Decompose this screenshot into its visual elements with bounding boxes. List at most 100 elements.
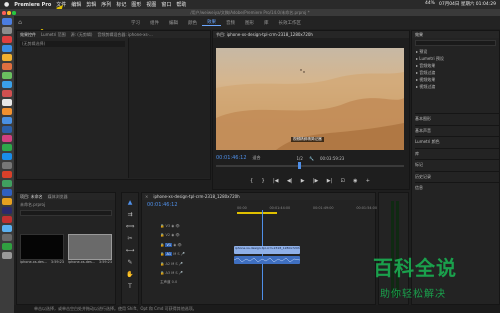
messages-icon[interactable]	[2, 71, 12, 80]
selection-tool-icon[interactable]: ▲	[128, 199, 133, 206]
mark-out-icon[interactable]: }	[262, 178, 265, 186]
tab-effect-controls[interactable]: 效果控件	[20, 32, 36, 38]
step-forward-icon[interactable]: |▶	[313, 178, 319, 186]
app-icon[interactable]	[2, 170, 12, 179]
lift-icon[interactable]: ⊡	[341, 178, 345, 186]
home-icon[interactable]: ⌂	[14, 19, 26, 26]
photos-icon[interactable]	[2, 107, 12, 116]
play-icon[interactable]: ▶	[301, 178, 305, 186]
project-clip-item[interactable]: iphone-xs-des... 3:59:23	[68, 234, 112, 264]
panel-info[interactable]: 信息	[415, 182, 499, 194]
resolution-dropdown[interactable]: 1/2	[297, 156, 303, 161]
menu-edit[interactable]: 编辑	[71, 1, 81, 8]
app-icon[interactable]	[2, 179, 12, 188]
menu-window[interactable]: 窗口	[161, 1, 171, 8]
pen-tool-icon[interactable]: ✎	[127, 259, 132, 266]
type-tool-icon[interactable]: T	[128, 283, 132, 290]
tab-media-browser[interactable]: 媒体浏览器	[48, 194, 68, 200]
panel-history[interactable]: 历史记录	[415, 170, 499, 183]
app-icon[interactable]	[2, 224, 12, 233]
track-a2[interactable]: 🔒 A2 M S 🎤	[160, 260, 185, 269]
slip-tool-icon[interactable]: ⟷	[126, 247, 135, 254]
app-icon[interactable]	[2, 116, 12, 125]
fit-dropdown[interactable]: 适合	[253, 155, 261, 161]
program-monitor-title[interactable]: 节目: iphone-xs-design-tpl-crm-2318_1280x7…	[216, 32, 313, 38]
effects-item-presets[interactable]: ▸ 预设	[416, 48, 499, 55]
effects-item-audio-effects[interactable]: ▸ 音频效果	[416, 62, 499, 69]
panel-essential-graphics[interactable]: 基本图形	[415, 113, 499, 125]
add-button-icon[interactable]: +	[366, 178, 370, 186]
workspace-tab-audio[interactable]: 音频	[221, 20, 240, 26]
tab-audio-clip-mixer[interactable]: 音频剪辑混合器: iphone-xs-...	[97, 32, 152, 38]
effects-panel-title[interactable]: 效果	[415, 32, 423, 38]
app-icon[interactable]	[2, 188, 12, 197]
track-a1[interactable]: 🔒 A1 M S 🎤	[160, 250, 185, 259]
mark-in-icon[interactable]: {	[250, 178, 253, 186]
close-sequence-icon[interactable]: ×	[145, 194, 148, 199]
launchpad-icon[interactable]	[2, 26, 12, 35]
audio-clip[interactable]	[233, 256, 301, 264]
calendar-icon[interactable]	[2, 89, 12, 98]
menu-help[interactable]: 帮助	[176, 1, 186, 8]
settings-icon[interactable]	[2, 161, 12, 170]
zoom-window-button[interactable]	[12, 11, 16, 15]
timeline-timecode[interactable]: 00:01:46:12	[147, 202, 178, 208]
work-area-bar[interactable]	[237, 212, 277, 214]
workspace-tab-effects[interactable]: 效果	[202, 19, 221, 26]
premiere-icon[interactable]	[2, 206, 12, 215]
video-clip[interactable]: iphone-xs-design-tpl-crm-2318_1280x720h.…	[234, 246, 300, 254]
app-icon[interactable]	[2, 215, 12, 224]
menu-markers[interactable]: 标记	[116, 1, 126, 8]
razor-tool-icon[interactable]: ✂	[127, 235, 132, 242]
appstore-icon[interactable]	[2, 152, 12, 161]
project-clip-item[interactable]: iphone-xs-des... 3:59:23	[20, 234, 64, 264]
menu-sequence[interactable]: 序列	[101, 1, 111, 8]
go-to-out-icon[interactable]: ▶|	[327, 178, 333, 186]
timeline-playhead[interactable]	[262, 210, 263, 300]
effects-item-audio-transitions[interactable]: ▸ 音频过渡	[416, 69, 499, 76]
panel-lumetri-color[interactable]: Lumetri 颜色	[415, 136, 499, 148]
app-icon[interactable]	[2, 62, 12, 71]
app-menu[interactable]: Premiere Pro	[14, 2, 51, 8]
workspace-tab-libraries[interactable]: 库	[259, 20, 274, 26]
wrench-icon[interactable]: 🔧	[309, 156, 314, 161]
panel-markers[interactable]: 标记	[415, 159, 499, 171]
workspace-tab-graphics[interactable]: 图形	[240, 20, 259, 26]
tab-lumetri-scopes[interactable]: Lumetri 范围	[41, 32, 66, 38]
music-icon[interactable]	[2, 134, 12, 143]
trash-icon[interactable]	[2, 251, 12, 259]
workspace-tab-learn[interactable]: 学习	[126, 20, 145, 26]
program-playhead[interactable]	[298, 162, 301, 169]
app-icon[interactable]	[2, 125, 12, 134]
menu-file[interactable]: 文件	[56, 1, 66, 8]
workspace-tab-color[interactable]: 颜色	[183, 20, 202, 26]
track-master[interactable]: 主声道 0.0	[160, 278, 185, 287]
app-icon[interactable]	[2, 143, 12, 152]
panel-libraries[interactable]: 库	[415, 147, 499, 160]
track-v3[interactable]: 🔒 V3 ◉ 👁	[160, 222, 185, 231]
app-icon[interactable]	[2, 197, 12, 206]
effects-item-lumetri-presets[interactable]: ▸ Lumetri 预设	[416, 55, 499, 62]
safari-icon[interactable]	[2, 44, 12, 53]
tab-project[interactable]: 项目: 未命名	[20, 194, 43, 200]
workspace-tab-editing[interactable]: 编辑	[164, 20, 183, 26]
close-window-button[interactable]	[2, 11, 6, 15]
effects-item-video-effects[interactable]: ▸ 视频效果	[416, 76, 499, 83]
menu-view[interactable]: 视图	[146, 1, 156, 8]
notes-icon[interactable]	[2, 53, 12, 62]
hand-tool-icon[interactable]: ✋	[126, 271, 133, 278]
program-scrubber[interactable]	[216, 165, 404, 167]
menu-graphics[interactable]: 图形	[131, 1, 141, 8]
panel-essential-sound[interactable]: 基本声音	[415, 124, 499, 137]
track-a3[interactable]: 🔒 A3 M S 🎤	[160, 269, 185, 278]
app-icon[interactable]	[2, 233, 12, 242]
app-icon[interactable]	[2, 35, 12, 44]
effects-item-video-transitions[interactable]: ▸ 视频过渡	[416, 83, 499, 90]
app-icon[interactable]	[2, 242, 12, 250]
ripple-edit-tool-icon[interactable]: ⟺	[126, 223, 135, 230]
mail-icon[interactable]	[2, 80, 12, 89]
apple-menu-icon[interactable]: ●	[4, 1, 9, 8]
minimize-window-button[interactable]	[7, 11, 11, 15]
menu-clip[interactable]: 剪辑	[86, 1, 96, 8]
track-v1[interactable]: 🔒 V1 ◉ 👁	[160, 241, 185, 250]
